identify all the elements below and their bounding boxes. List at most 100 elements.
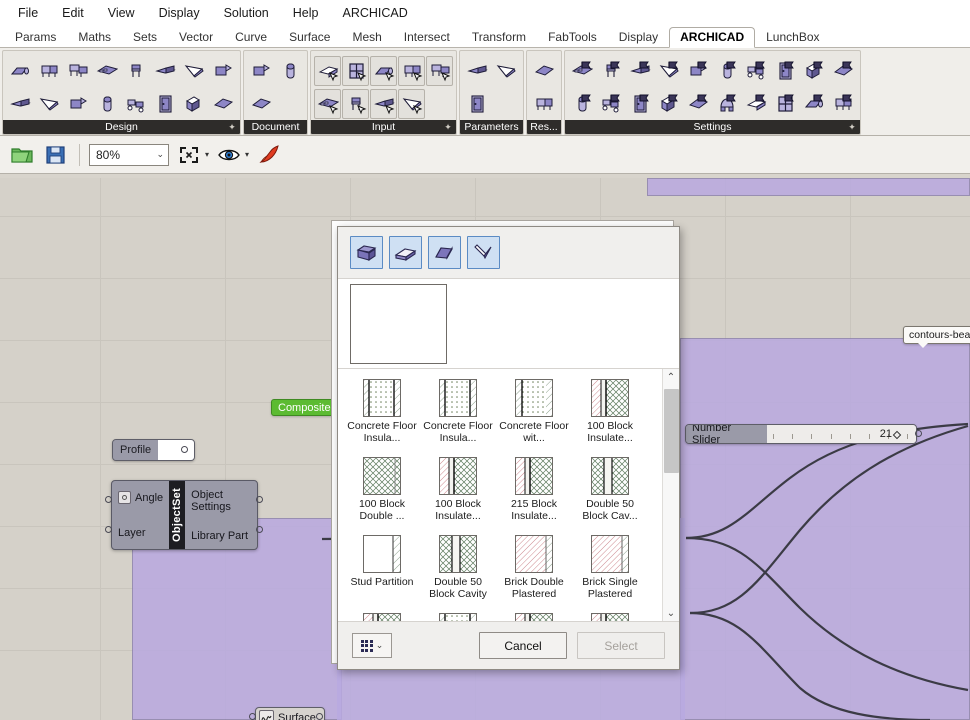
document-tool-icon[interactable]	[276, 56, 304, 86]
settings-tool-icon[interactable]	[655, 89, 683, 119]
input-tool-icon[interactable]	[370, 55, 397, 86]
zoom-level-combobox[interactable]: 80% ⌄	[89, 143, 169, 166]
material-item[interactable]: Double 50 Block Cavity	[420, 531, 496, 609]
design-tool-icon[interactable]	[64, 89, 92, 119]
composite-structure-icon[interactable]	[389, 236, 422, 269]
objectset-output-object-settings[interactable]: Object Settings	[191, 489, 251, 513]
component-objectset[interactable]: Angle Layer ObjectSet Object Settings Li…	[111, 480, 258, 550]
cancel-button[interactable]: Cancel	[479, 632, 567, 659]
open-folder-icon[interactable]	[8, 140, 36, 170]
menu-item-archicad[interactable]: ARCHICAD	[330, 3, 419, 23]
tab-vector[interactable]: Vector	[168, 27, 224, 48]
parameters-tool-icon[interactable]	[492, 56, 520, 86]
settings-tool-icon[interactable]	[800, 56, 828, 86]
input-tool-icon[interactable]	[314, 55, 341, 86]
tab-sets[interactable]: Sets	[122, 27, 168, 48]
settings-tool-icon[interactable]	[742, 89, 770, 119]
input-tool-icon[interactable]	[342, 55, 369, 86]
material-item[interactable]	[496, 609, 572, 621]
material-list-scrollbar[interactable]: ⌃ ⌄	[662, 369, 679, 621]
material-item[interactable]: 100 Block Double ...	[344, 453, 420, 531]
settings-tool-icon[interactable]	[800, 89, 828, 119]
scroll-down-arrow-icon[interactable]: ⌄	[663, 605, 680, 621]
node-composite[interactable]: Composite	[271, 399, 338, 416]
tab-lunchbox[interactable]: LunchBox	[755, 27, 830, 48]
document-tool-icon[interactable]	[247, 56, 275, 86]
design-tool-icon[interactable]	[151, 89, 179, 119]
menu-item-help[interactable]: Help	[281, 3, 331, 23]
objectset-input-angle[interactable]: Angle	[118, 491, 163, 505]
composite-selector-dialog[interactable]: Concrete Floor Insula... Concrete Floor …	[337, 226, 680, 670]
menu-item-view[interactable]: View	[96, 3, 147, 23]
settings-tool-icon[interactable]	[626, 89, 654, 119]
node-number-slider-right[interactable]: Number Slider 21	[685, 424, 917, 444]
res-tool-icon[interactable]	[530, 56, 558, 86]
tab-maths[interactable]: Maths	[67, 27, 122, 48]
scrollbar-track[interactable]	[663, 385, 680, 605]
settings-tool-icon[interactable]	[742, 56, 770, 86]
input-tool-icon[interactable]	[398, 88, 425, 119]
design-tool-icon[interactable]	[93, 89, 121, 119]
tab-archicad[interactable]: ARCHICAD	[669, 27, 756, 48]
menu-item-solution[interactable]: Solution	[212, 3, 281, 23]
port-slider-right-out[interactable]	[915, 430, 922, 437]
port-objectset-layer[interactable]	[105, 526, 112, 533]
material-item[interactable]: 100 Block Insulate...	[420, 453, 496, 531]
design-tool-icon[interactable]	[6, 89, 34, 119]
material-item[interactable]: 215 Block Insulate...	[496, 453, 572, 531]
res-tool-icon[interactable]	[530, 89, 558, 119]
tab-curve[interactable]: Curve	[224, 27, 278, 48]
input-tool-icon[interactable]	[398, 55, 425, 86]
material-item[interactable]: Concrete Floor Insula...	[344, 375, 420, 453]
port-objectset-librarypart[interactable]	[256, 526, 263, 533]
settings-tool-icon[interactable]	[597, 89, 625, 119]
material-item[interactable]: Concrete Floor wit...	[496, 375, 572, 453]
settings-tool-icon[interactable]	[568, 56, 596, 86]
settings-tool-icon[interactable]	[713, 89, 741, 119]
settings-tool-icon[interactable]	[771, 89, 799, 119]
material-item[interactable]	[344, 609, 420, 621]
ribbon-group-expander-icon[interactable]: ✦	[848, 123, 856, 132]
settings-tool-icon[interactable]	[684, 56, 712, 86]
design-tool-icon[interactable]	[180, 89, 208, 119]
input-tool-icon[interactable]	[314, 88, 341, 119]
port-profile-out[interactable]	[181, 446, 188, 453]
node-profile-value[interactable]	[158, 440, 195, 460]
input-tool-icon[interactable]	[426, 55, 453, 86]
material-grid[interactable]: Concrete Floor Insula... Concrete Floor …	[338, 369, 662, 621]
ribbon-group-expander-icon[interactable]: ✦	[444, 123, 452, 132]
settings-tool-icon[interactable]	[829, 89, 857, 119]
scrollbar-thumb[interactable]	[663, 389, 679, 473]
settings-tool-icon[interactable]	[829, 56, 857, 86]
slider-right-track[interactable]: 21	[766, 425, 916, 443]
design-tool-icon[interactable]	[122, 56, 150, 86]
design-tool-icon[interactable]	[209, 89, 237, 119]
design-tool-icon[interactable]	[122, 89, 150, 119]
settings-tool-icon[interactable]	[655, 56, 683, 86]
settings-tool-icon[interactable]	[568, 89, 596, 119]
port-objectset-objsettings[interactable]	[256, 496, 263, 503]
material-item[interactable]: Concrete Floor Insula...	[420, 375, 496, 453]
menu-item-edit[interactable]: Edit	[50, 3, 96, 23]
bake-flame-icon[interactable]	[255, 140, 283, 170]
objectset-input-layer[interactable]: Layer	[118, 527, 163, 539]
design-tool-icon[interactable]	[35, 89, 63, 119]
design-tool-icon[interactable]	[151, 56, 179, 86]
settings-tool-icon[interactable]	[597, 56, 625, 86]
material-item[interactable]	[420, 609, 496, 621]
design-tool-icon[interactable]	[64, 56, 92, 86]
tab-fabtools[interactable]: FabTools	[537, 27, 608, 48]
preview-toggle-button[interactable]: ▾	[215, 140, 249, 170]
menu-item-file[interactable]: File	[6, 3, 50, 23]
port-surface-out[interactable]	[316, 713, 323, 720]
tab-surface[interactable]: Surface	[278, 27, 341, 48]
parameters-tool-icon[interactable]	[463, 89, 491, 119]
group-region-contours-beam[interactable]	[680, 338, 970, 720]
design-tool-icon[interactable]	[93, 56, 121, 86]
material-item[interactable]	[572, 609, 648, 621]
document-tool-icon[interactable]	[247, 89, 275, 119]
material-item[interactable]: Double 50 Block Cav...	[572, 453, 648, 531]
material-item[interactable]: Brick Single Plastered	[572, 531, 648, 609]
zoom-extents-button[interactable]: ▾	[175, 140, 209, 170]
port-surface-in[interactable]	[249, 713, 256, 720]
